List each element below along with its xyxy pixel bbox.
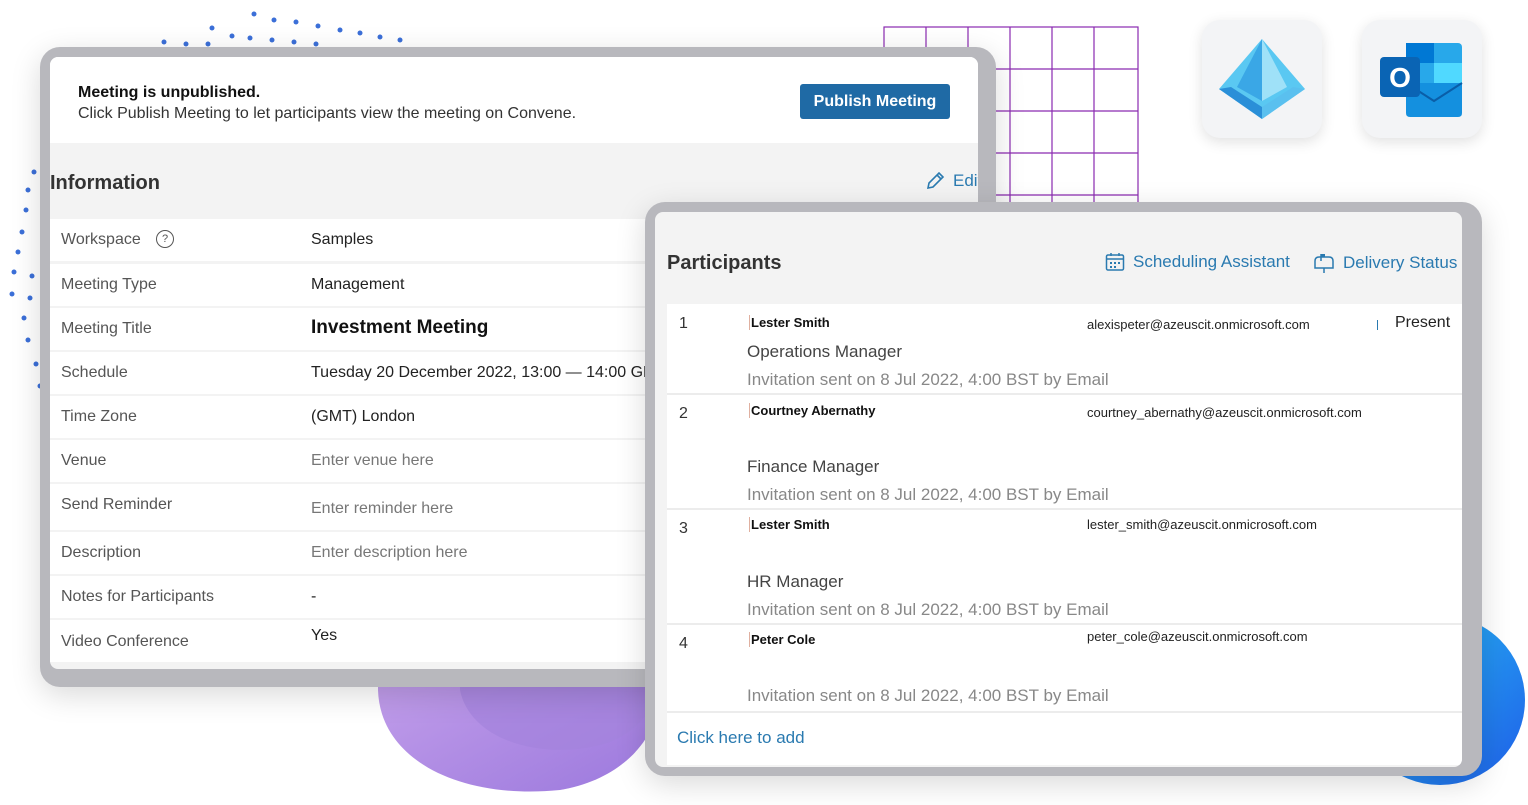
info-value: (GMT) London [311,408,416,425]
info-value: Samples [311,231,374,248]
attendance-status: Present [1395,314,1451,331]
info-label: Meeting Type [61,276,157,293]
info-value: Yes [311,627,338,644]
description-input[interactable]: Enter description here [311,544,468,562]
participant-row[interactable]: 1 Lester Smith alexispeter@azeuscit.onmi… [667,304,1462,395]
info-value: Management [311,276,405,293]
participants-card: Participants Scheduling Assistant Delive… [645,202,1482,776]
delivery-status-button[interactable]: Delivery Status [1313,252,1457,274]
invitation-status: Invitation sent on 8 Jul 2022, 4:00 BST … [747,600,1109,619]
scheduling-assistant-label: Scheduling Assistant [1133,252,1290,271]
calendar-icon [1105,253,1125,271]
participant-role: Operations Manager [747,342,902,361]
publish-meeting-button[interactable]: Publish Meeting [800,84,950,119]
participant-row[interactable]: 4 Peter Cole peter_cole@azeuscit.onmicro… [667,625,1462,713]
help-icon[interactable]: ? [156,230,174,248]
outlook-icon: O [1380,43,1463,117]
participant-name: Courtney Abernathy [749,403,876,418]
azure-ad-tile [1202,20,1322,138]
info-label: Venue [61,452,107,469]
present-divider [1377,320,1378,330]
participant-row[interactable]: 2 Courtney Abernathy courtney_abernathy@… [667,395,1462,510]
edit-button[interactable]: Edit [925,171,978,191]
venue-input[interactable]: Enter venue here [311,452,434,470]
participant-number: 3 [679,520,688,537]
participant-number: 2 [679,405,688,422]
meeting-title-value: Investment Meeting [311,317,489,338]
azure-ad-icon [1219,39,1305,119]
banner-subtitle: Click Publish Meeting to let participant… [78,105,577,122]
invitation-status: Invitation sent on 8 Jul 2022, 4:00 BST … [747,686,1109,705]
participant-role: HR Manager [747,572,844,591]
outlook-tile: O [1362,20,1482,138]
delivery-status-label: Delivery Status [1343,253,1458,272]
scheduling-assistant-button[interactable]: Scheduling Assistant [1105,252,1290,272]
invitation-status: Invitation sent on 8 Jul 2022, 4:00 BST … [747,370,1109,389]
participant-row[interactable]: 3 Lester Smith lester_smith@azeuscit.onm… [667,510,1462,625]
banner-title: Meeting is unpublished. [78,84,261,101]
info-value: Tuesday 20 December 2022, 13:00 — 14:00 … [311,364,667,381]
reminder-input[interactable]: Enter reminder here [311,500,453,518]
info-label: Meeting Title [61,320,152,337]
invitation-status: Invitation sent on 8 Jul 2022, 4:00 BST … [747,485,1109,504]
participant-email: alexispeter@azeuscit.onmicrosoft.com [1087,317,1310,332]
participant-number: 4 [679,635,688,652]
add-participant-link[interactable]: Click here to add [677,728,805,748]
participant-email: lester_smith@azeuscit.onmicrosoft.com [1087,517,1317,532]
participant-email: peter_cole@azeuscit.onmicrosoft.com [1087,629,1308,644]
participant-email: courtney_abernathy@azeuscit.onmicrosoft.… [1087,405,1362,420]
participant-name: Lester Smith [749,315,830,330]
participants-title: Participants [667,252,782,274]
mailbox-icon [1314,254,1334,273]
info-label: Notes for Participants [61,588,214,605]
participant-number: 1 [679,315,688,332]
info-label: Video Conference [61,633,189,650]
info-label: Send Reminder [61,496,173,513]
edit-label: Edit [953,171,978,190]
info-label: Time Zone [61,408,137,425]
svg-text:O: O [1389,62,1411,93]
participant-name: Lester Smith [749,517,830,532]
information-title: Information [50,172,160,194]
info-label: Schedule [61,364,128,381]
participant-role: Finance Manager [747,457,880,476]
participants-panel: Participants Scheduling Assistant Delive… [655,212,1462,767]
pencil-icon [926,171,945,190]
unpublished-banner: Meeting is unpublished. Click Publish Me… [50,57,978,143]
info-label: Workspace [61,231,141,248]
info-label: Description [61,544,142,561]
participant-name: Peter Cole [749,632,816,647]
info-value: - [311,588,317,605]
